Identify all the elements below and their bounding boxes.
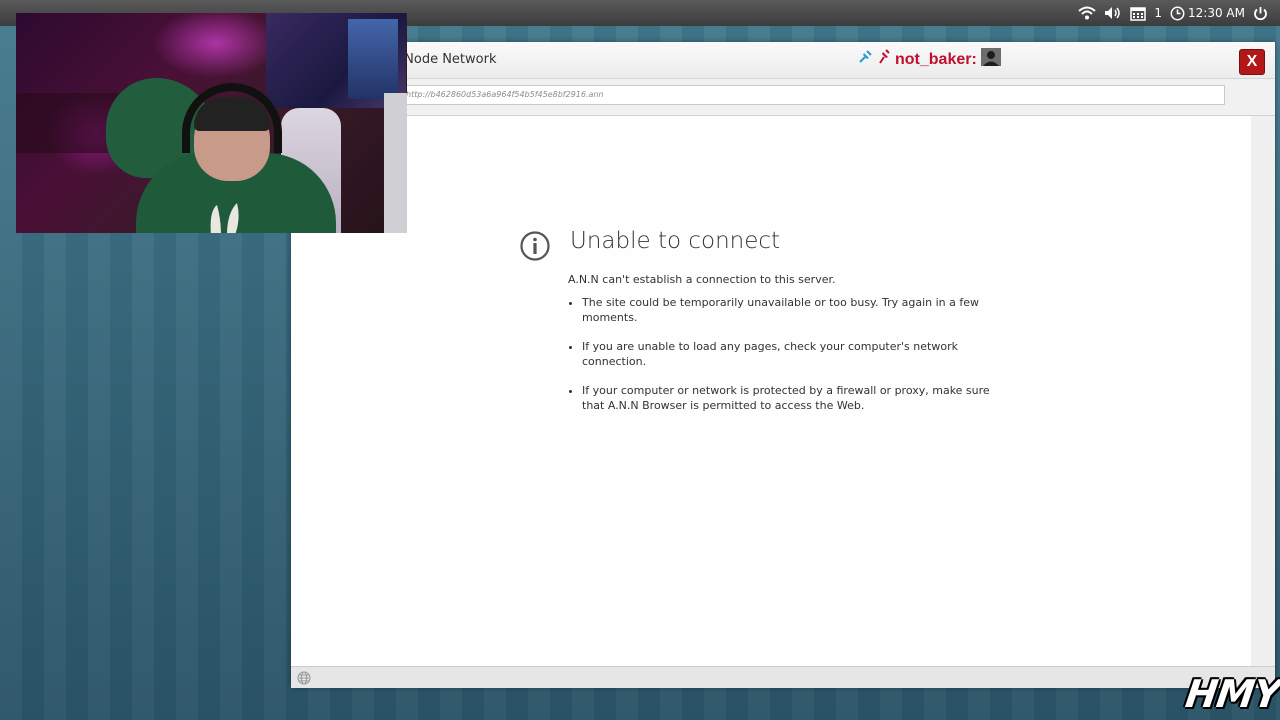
error-description: A.N.N can't establish a connection to th… [568, 273, 836, 286]
list-item: If your computer or network is protected… [582, 383, 1002, 413]
error-suggestions: The site could be temporarily unavailabl… [568, 295, 1002, 427]
globe-icon[interactable] [297, 670, 311, 689]
info-icon [519, 230, 551, 266]
browser-window: us Node Network not_baker: X http://b462… [291, 42, 1275, 688]
status-bar [291, 666, 1275, 688]
window-titlebar[interactable]: us Node Network not_baker: X [291, 42, 1275, 79]
webcam-wall [384, 93, 407, 233]
scrollbar[interactable] [1251, 116, 1275, 666]
volume-icon[interactable] [1104, 6, 1122, 20]
bunny-logo-icon [210, 203, 239, 233]
pin-icon [857, 49, 873, 70]
error-title: Unable to connect [570, 228, 781, 254]
system-tray: 1 12:30 AM [1078, 0, 1268, 26]
notification-count[interactable]: 1 [1154, 6, 1162, 20]
wifi-icon[interactable] [1078, 6, 1097, 20]
list-item: If you are unable to load any pages, che… [582, 339, 1002, 369]
calendar-icon[interactable] [1130, 6, 1147, 21]
page-content: Unable to connect A.N.N can't establish … [291, 116, 1251, 666]
avatar [980, 48, 1001, 71]
user-tag: not_baker: [857, 48, 1001, 71]
power-icon[interactable] [1253, 6, 1268, 21]
close-button[interactable]: X [1239, 49, 1265, 75]
channel-watermark: HMY [1182, 672, 1280, 716]
clock-time: 12:30 AM [1188, 6, 1245, 20]
list-item: The site could be temporarily unavailabl… [582, 295, 1002, 325]
webcam-overlay [16, 13, 407, 233]
clock-widget[interactable]: 12:30 AM [1170, 6, 1245, 21]
url-input[interactable]: http://b462860d53a6a964f54b5f45e8bf2916.… [399, 85, 1225, 105]
pin-icon [877, 49, 891, 70]
address-bar: http://b462860d53a6a964f54b5f45e8bf2916.… [291, 79, 1275, 116]
clock-icon [1170, 6, 1185, 21]
webcam-poster [348, 19, 398, 99]
username: not_baker: [895, 50, 977, 68]
